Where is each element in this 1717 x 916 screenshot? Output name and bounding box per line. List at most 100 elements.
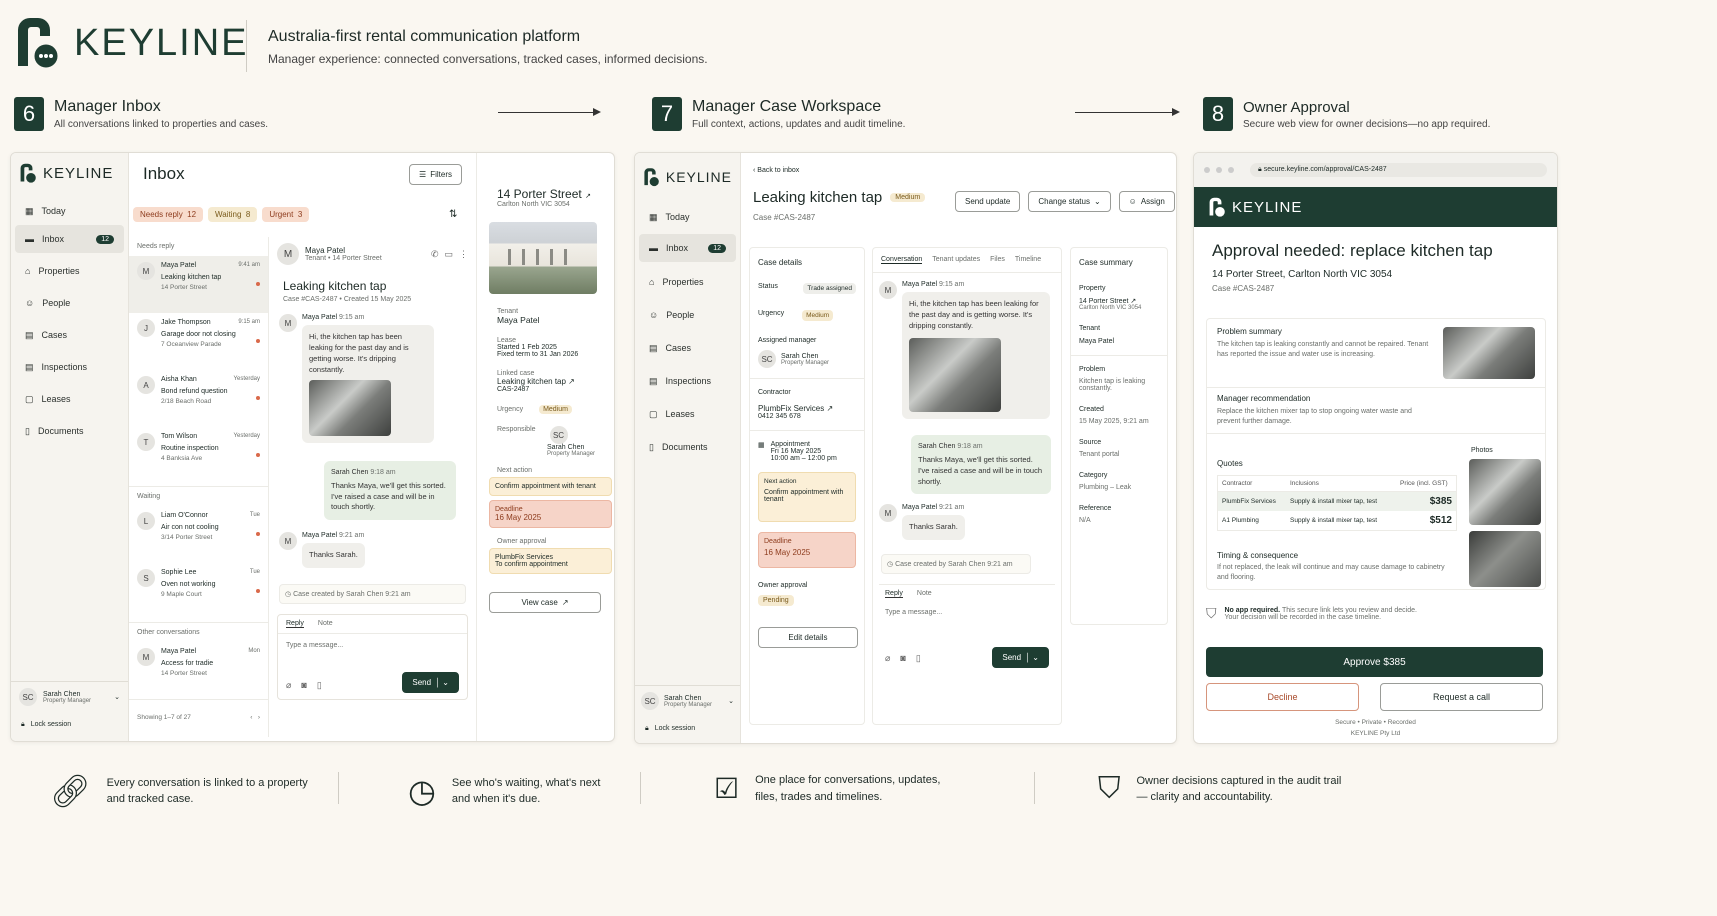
- nav-inspections[interactable]: ▤ Inspections: [639, 367, 736, 395]
- lock-session[interactable]: 🔒︎ Lock session: [645, 725, 695, 733]
- nav-leases[interactable]: ▢ Leases: [15, 385, 124, 413]
- attach-icon[interactable]: ⌀: [286, 680, 291, 691]
- approve-button[interactable]: Approve $385: [1206, 647, 1543, 677]
- filters-button[interactable]: ☰ Filters: [409, 163, 462, 185]
- tab-reply[interactable]: Reply: [286, 620, 304, 629]
- nav-documents[interactable]: ▯ Documents: [15, 417, 124, 445]
- case-details-card: Case details Status Trade assigned Urgenc…: [749, 247, 865, 725]
- edit-details-button[interactable]: Edit details: [758, 627, 858, 648]
- nav-inbox[interactable]: ▬ Inbox 12: [639, 234, 736, 262]
- checklist-icon: ▤: [25, 361, 34, 372]
- sender-name: Sophie Lee: [161, 569, 197, 576]
- message-time: Yesterday: [233, 433, 260, 439]
- chip-needs-reply[interactable]: Needs reply 12: [133, 207, 204, 222]
- property-link[interactable]: 14 Porter Street ↗: [1079, 297, 1159, 305]
- nav-today[interactable]: ▦ Today: [639, 203, 736, 231]
- log-text: Case created by Sarah Chen 9:21 am: [895, 561, 1013, 569]
- table-row[interactable]: A1 Plumbing Supply & install mixer tap, t…: [1218, 511, 1456, 530]
- pipes-photo[interactable]: [1469, 531, 1541, 587]
- address-bar[interactable]: 🔒︎ secure.keyline.com/approval/CAS-2487: [1250, 163, 1547, 177]
- nav-properties[interactable]: ⌂ Properties: [15, 257, 124, 285]
- linked-case-link[interactable]: Leaking kitchen tap ↗: [497, 377, 604, 386]
- approval-details-card: Problem summary The kitchen tap is leakin…: [1206, 318, 1546, 590]
- label-appointment: Appointment: [770, 441, 810, 448]
- list-item[interactable]: M Maya Patel 9:41 am Leaking kitchen tap 14 …: [129, 256, 268, 313]
- user-menu[interactable]: SC Sarah Chen Property Manager ⌄: [11, 681, 128, 712]
- leaking-tap-photo[interactable]: [309, 379, 391, 436]
- decline-button[interactable]: Decline: [1206, 683, 1359, 711]
- video-icon[interactable]: ▭: [444, 249, 453, 260]
- nav-documents[interactable]: ▯ Documents: [639, 433, 736, 461]
- responsible-name: Sarah Chen: [547, 444, 585, 451]
- sender-name: Maya Patel: [161, 648, 197, 655]
- nav-inbox[interactable]: ▬ Inbox 12: [15, 225, 124, 253]
- quote-inclusions: Supply & install mixer tap, test: [1290, 517, 1378, 524]
- list-item[interactable]: M Maya Patel Mon Access for tradie 14 Porter…: [129, 642, 268, 699]
- nav-cases[interactable]: ▤ Cases: [15, 321, 124, 349]
- back-to-inbox-link[interactable]: ‹ Back to inbox: [753, 167, 799, 174]
- lock-session[interactable]: 🔒︎ Lock session: [21, 721, 71, 729]
- label-owner-approval: Owner approval: [497, 538, 547, 545]
- next-page-icon[interactable]: ›: [258, 714, 260, 721]
- contact-sub: Tenant • 14 Porter Street: [305, 255, 382, 262]
- change-status-button[interactable]: Change status ⌄: [1028, 191, 1111, 212]
- attach-icon[interactable]: ⌀: [885, 653, 890, 664]
- quotes-table: Contractor Inclusions Price (incl. GST) Pl…: [1217, 475, 1457, 531]
- tab-note[interactable]: Note: [318, 620, 333, 628]
- nav-properties[interactable]: ⌂ Properties: [639, 268, 736, 296]
- phone-icon[interactable]: ✆: [431, 249, 439, 260]
- list-item[interactable]: T Tom Wilson Yesterday Routine inspection 4 …: [129, 427, 268, 484]
- nav-today[interactable]: ▦ Today: [15, 197, 124, 225]
- document-icon: ▢: [25, 393, 34, 404]
- leaking-tap-photo[interactable]: [909, 337, 1001, 412]
- send-button[interactable]: Send │ ⌄: [992, 647, 1049, 669]
- next-action-text: Confirm appointment with tenant: [764, 489, 844, 503]
- nav-people[interactable]: ☺ People: [639, 301, 736, 329]
- list-item[interactable]: L Liam O'Connor Tue Air con not cooling 3/14…: [129, 506, 268, 563]
- lock-label: Lock session: [654, 725, 696, 732]
- prev-page-icon[interactable]: ‹: [250, 714, 252, 721]
- send-button[interactable]: Send │ ⌄: [402, 672, 459, 694]
- message-input[interactable]: Type a message...: [879, 603, 1055, 622]
- message-bubble: Sarah Chen 9:18 am Thanks Maya, we'll ge…: [911, 434, 1051, 495]
- nav-label: Documents: [661, 442, 708, 452]
- camera-icon[interactable]: ◙: [900, 653, 905, 664]
- list-item[interactable]: S Sophie Lee Tue Oven not working 9 Maple Co…: [129, 563, 268, 620]
- user-menu[interactable]: SC Sarah Chen Property Manager ⌄: [635, 685, 740, 716]
- send-update-button[interactable]: Send update: [955, 191, 1021, 212]
- view-case-button[interactable]: View case ↗: [489, 592, 601, 613]
- list-item[interactable]: A Aisha Khan Yesterday Bond refund question…: [129, 370, 268, 427]
- nav-leases[interactable]: ▢ Leases: [639, 400, 736, 428]
- message-time: 9:15 am: [338, 314, 365, 321]
- view-case-label: View case: [521, 598, 558, 607]
- chip-urgent[interactable]: Urgent 3: [262, 207, 310, 222]
- more-icon[interactable]: ⋮: [459, 249, 468, 260]
- chip-waiting[interactable]: Waiting 8: [208, 207, 258, 222]
- property-photo[interactable]: [489, 222, 597, 294]
- message-input[interactable]: Type a message...: [278, 634, 467, 657]
- contractor-link[interactable]: PlumbFix Services ↗: [758, 404, 856, 413]
- quote-inclusions: Supply & install mixer tap, test: [1290, 498, 1378, 505]
- nav-inspections[interactable]: ▤ Inspections: [15, 353, 124, 381]
- list-item[interactable]: J Jake Thompson 9:15 am Garage door not clo…: [129, 313, 268, 370]
- nav-cases[interactable]: ▤ Cases: [639, 334, 736, 362]
- sort-icon[interactable]: ⇅: [449, 209, 457, 220]
- tab-tenant-updates[interactable]: Tenant updates: [932, 256, 980, 264]
- leaking-tap-photo[interactable]: [1443, 327, 1535, 379]
- tap-photo[interactable]: [1469, 459, 1541, 525]
- table-row[interactable]: PlumbFix Services Supply & install mixer …: [1218, 492, 1456, 511]
- file-icon[interactable]: ▯: [916, 653, 921, 664]
- tab-conversation[interactable]: Conversation: [881, 256, 923, 264]
- nav-people[interactable]: ☺ People: [15, 289, 124, 317]
- request-call-button[interactable]: Request a call: [1380, 683, 1543, 711]
- file-icon[interactable]: ▯: [317, 680, 322, 691]
- external-link-icon[interactable]: ↗: [585, 193, 591, 200]
- approval-case-id: Case #CAS-2487: [1212, 284, 1275, 293]
- tab-reply[interactable]: Reply: [885, 590, 903, 599]
- tab-note[interactable]: Note: [917, 590, 932, 598]
- tab-files[interactable]: Files: [990, 256, 1005, 264]
- chip-label: Waiting: [215, 210, 242, 219]
- tab-timeline[interactable]: Timeline: [1015, 256, 1041, 264]
- assign-button[interactable]: ☺ Assign: [1118, 191, 1175, 212]
- camera-icon[interactable]: ◙: [301, 680, 306, 691]
